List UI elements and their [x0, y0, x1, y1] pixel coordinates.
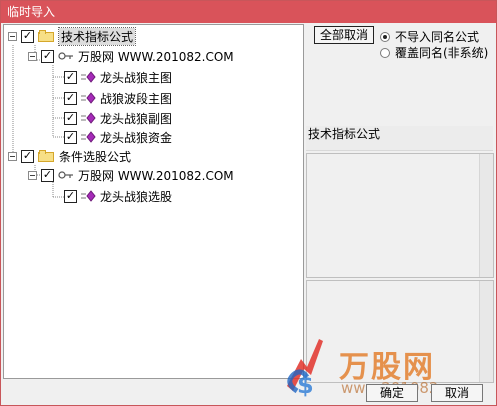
collapse-icon[interactable]	[28, 51, 37, 61]
formula-icon	[81, 131, 96, 143]
ok-button[interactable]: 确定	[366, 384, 418, 402]
tree-label: 战狼波段主图	[100, 91, 173, 106]
collapse-icon[interactable]	[8, 151, 17, 161]
tree-label: 龙头战狼选股	[100, 189, 173, 204]
formula-icon	[81, 71, 96, 83]
details-panel[interactable]	[306, 153, 494, 278]
radio-label: 不导入同名公式	[395, 30, 480, 44]
checkbox[interactable]: ✓	[64, 189, 77, 203]
checkbox[interactable]: ✓	[21, 149, 34, 163]
details-title: 技术指标公式	[306, 126, 493, 151]
key-icon	[58, 52, 73, 60]
tree-node-technical-indicators[interactable]: ✓ 技术指标公式	[8, 26, 137, 46]
checkbox[interactable]: ✓	[41, 49, 54, 63]
checkbox[interactable]: ✓	[64, 111, 77, 125]
checkbox[interactable]: ✓	[21, 29, 34, 43]
tree-label: 条件选股公式	[59, 149, 132, 164]
folder-icon	[38, 30, 54, 42]
formula-tree[interactable]: ✓ 技术指标公式 ✓ 万股网 WWW.201082.COM ✓ 龙头战狼主图 ✓	[3, 24, 304, 379]
formula-icon	[81, 92, 96, 104]
checkbox[interactable]: ✓	[64, 70, 77, 84]
checkbox[interactable]: ✓	[41, 168, 54, 182]
radio-overwrite[interactable]: 覆盖同名(非系统)	[380, 44, 488, 61]
tree-label: 技术指标公式	[57, 26, 137, 46]
tree-label: 龙头战狼主图	[100, 70, 173, 85]
scrollbar[interactable]	[479, 281, 493, 382]
tree-node-source[interactable]: ✓ 万股网 WWW.201082.COM	[28, 165, 234, 185]
radio-label: 覆盖同名(非系统)	[395, 46, 489, 60]
tree-leaf[interactable]: ✓ 龙头战狼副图	[64, 108, 172, 128]
tree-leaf[interactable]: ✓ 龙头战狼选股	[64, 186, 172, 206]
folder-icon	[38, 150, 54, 162]
tree-node-source[interactable]: ✓ 万股网 WWW.201082.COM	[28, 46, 234, 66]
formula-icon	[81, 112, 96, 124]
tree-label: 龙头战狼副图	[100, 111, 173, 126]
title-bar[interactable]: 临时导入	[1, 1, 496, 23]
import-dialog: 临时导入 ✓ 技术指标公式 ✓ 万股网 WWW.201082.COM ✓ 龙头战…	[0, 0, 497, 406]
scrollbar[interactable]	[479, 154, 493, 277]
watermark-logo: $	[287, 339, 323, 399]
radio-selected-icon[interactable]	[380, 31, 390, 42]
collapse-icon[interactable]	[28, 170, 37, 180]
tree-leaf[interactable]: ✓ 龙头战狼资金	[64, 127, 172, 147]
cancel-button[interactable]: 取消	[431, 384, 483, 402]
tree-leaf[interactable]: ✓ 战狼波段主图	[64, 88, 172, 108]
tree-label: 万股网 WWW.201082.COM	[78, 168, 234, 183]
window-title: 临时导入	[7, 5, 56, 19]
tree-leaf[interactable]: ✓ 龙头战狼主图	[64, 67, 172, 87]
tree-node-stock-selection[interactable]: ✓ 条件选股公式	[8, 146, 131, 166]
radio-no-import[interactable]: 不导入同名公式	[380, 28, 479, 45]
collapse-icon[interactable]	[8, 31, 17, 41]
deselect-all-button[interactable]: 全部取消	[314, 26, 374, 44]
svg-text:$: $	[297, 371, 314, 399]
checkbox[interactable]: ✓	[64, 130, 77, 144]
checkbox[interactable]: ✓	[64, 91, 77, 105]
tree-label: 万股网 WWW.201082.COM	[78, 49, 234, 64]
radio-unselected-icon[interactable]	[380, 47, 390, 58]
formula-icon	[81, 190, 96, 202]
key-icon	[58, 171, 73, 179]
tree-label: 龙头战狼资金	[100, 130, 173, 145]
